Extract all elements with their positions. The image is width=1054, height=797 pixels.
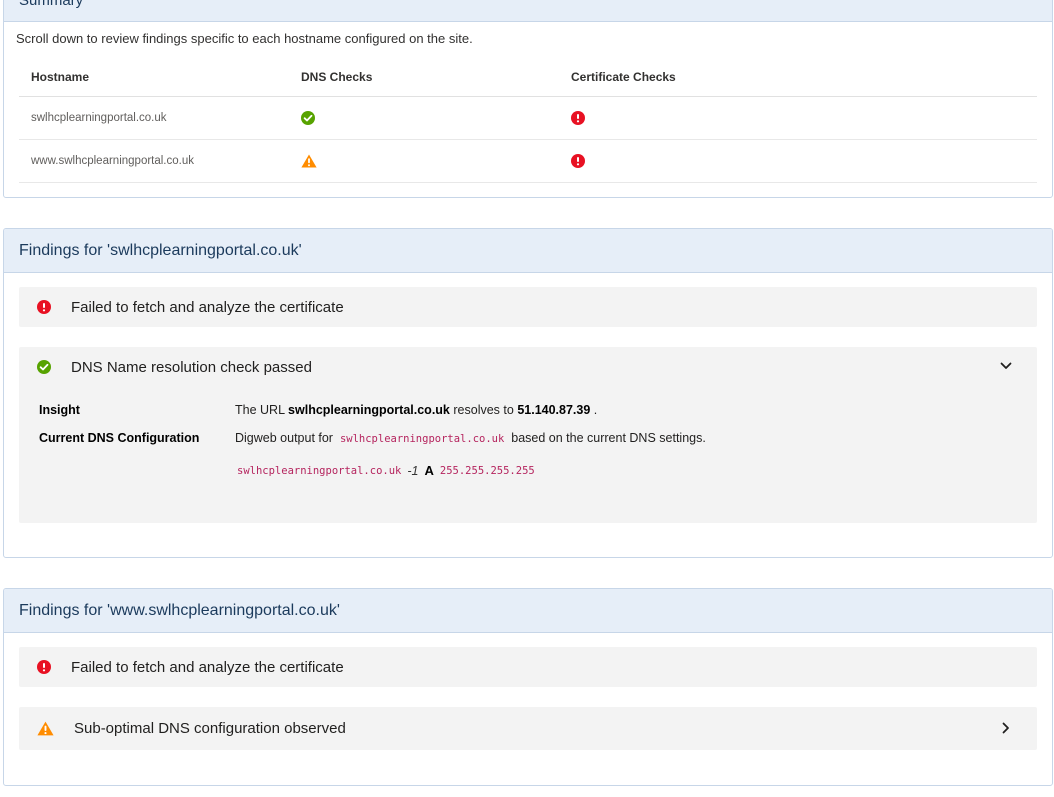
finding-item-dns[interactable]: Sub-optimal DNS configuration observed xyxy=(19,707,1037,750)
hostname-cell: www.swlhcplearningportal.co.uk xyxy=(19,139,289,183)
finding-item-certificate[interactable]: Failed to fetch and analyze the certific… xyxy=(19,647,1037,687)
findings-header: Findings for 'swlhcplearningportal.co.uk… xyxy=(4,229,1052,273)
config-post: based on the current DNS settings. xyxy=(511,431,706,445)
column-header-cert: Certificate Checks xyxy=(559,58,1037,97)
summary-card: Summary Scroll down to review findings s… xyxy=(3,0,1053,198)
summary-table: Hostname DNS Checks Certificate Checks s… xyxy=(19,58,1037,183)
finding-label: Failed to fetch and analyze the certific… xyxy=(71,298,344,316)
hostname-cell: swlhcplearningportal.co.uk xyxy=(19,96,289,140)
table-row: www.swlhcplearningportal.co.uk xyxy=(19,139,1037,183)
config-host: swlhcplearningportal.co.uk xyxy=(339,433,505,445)
warning-icon xyxy=(301,154,559,168)
config-label: Current DNS Configuration xyxy=(39,431,200,445)
config-pre: Digweb output for xyxy=(235,431,333,445)
cert-check-cell xyxy=(559,139,1037,183)
chevron-down-icon[interactable] xyxy=(999,359,1013,373)
config-row: Current DNS Configuration Digweb output … xyxy=(39,431,706,445)
success-icon xyxy=(37,360,51,374)
error-icon xyxy=(571,110,1037,125)
record-value: 255.255.255.255 xyxy=(439,464,535,477)
record-ttl: -1 xyxy=(407,463,419,478)
warning-icon xyxy=(37,721,54,736)
record-host: swlhcplearningportal.co.uk xyxy=(237,464,402,477)
success-icon xyxy=(301,110,559,125)
error-icon xyxy=(37,660,51,674)
findings-title: Findings for 'www.swlhcplearningportal.c… xyxy=(19,601,340,619)
table-header-row: Hostname DNS Checks Certificate Checks xyxy=(19,58,1037,97)
finding-label: Sub-optimal DNS configuration observed xyxy=(74,720,346,737)
dns-check-cell xyxy=(289,139,559,183)
insight-pre: The URL xyxy=(235,403,285,417)
dns-check-cell xyxy=(289,96,559,140)
insight-text: The URL swlhcplearningportal.co.uk resol… xyxy=(235,403,597,417)
summary-header: Summary xyxy=(4,0,1052,22)
findings-title: Findings for 'swlhcplearningportal.co.uk… xyxy=(19,241,302,259)
chevron-right-icon[interactable] xyxy=(999,721,1013,735)
insight-host: swlhcplearningportal.co.uk xyxy=(288,403,450,417)
insight-post: . xyxy=(593,403,598,417)
error-icon xyxy=(37,300,51,314)
table-row: swlhcplearningportal.co.uk xyxy=(19,96,1037,140)
summary-title: Summary xyxy=(19,0,84,9)
error-icon xyxy=(571,153,1037,168)
config-text: Digweb output for swlhcplearningportal.c… xyxy=(235,431,706,445)
insight-mid: resolves to xyxy=(453,403,514,417)
findings-card-apex: Findings for 'swlhcplearningportal.co.uk… xyxy=(3,228,1053,558)
finding-item-dns: DNS Name resolution check passed Insight… xyxy=(19,347,1037,523)
insight-row: Insight The URL swlhcplearningportal.co.… xyxy=(39,403,597,417)
dns-record: swlhcplearningportal.co.uk -1 A 255.255.… xyxy=(237,463,535,478)
insight-label: Insight xyxy=(39,403,80,417)
findings-card-www: Findings for 'www.swlhcplearningportal.c… xyxy=(3,588,1053,786)
summary-intro: Scroll down to review findings specific … xyxy=(16,31,473,46)
insight-ip: 51.140.87.39 xyxy=(517,403,591,417)
finding-label: DNS Name resolution check passed xyxy=(71,358,312,376)
finding-label: Failed to fetch and analyze the certific… xyxy=(71,658,344,676)
finding-item-certificate[interactable]: Failed to fetch and analyze the certific… xyxy=(19,287,1037,327)
record-type: A xyxy=(424,463,434,478)
column-header-dns: DNS Checks xyxy=(289,58,559,97)
column-header-hostname: Hostname xyxy=(19,58,289,97)
cert-check-cell xyxy=(559,96,1037,140)
finding-toggle[interactable]: DNS Name resolution check passed xyxy=(19,347,1037,387)
findings-header: Findings for 'www.swlhcplearningportal.c… xyxy=(4,589,1052,633)
